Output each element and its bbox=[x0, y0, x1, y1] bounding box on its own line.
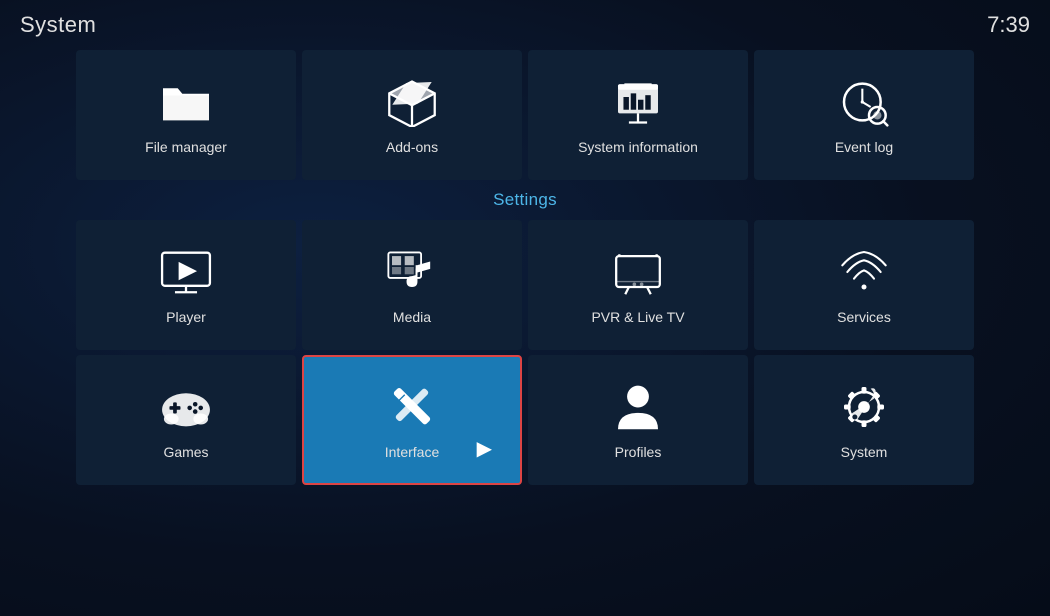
systemsettings-icon bbox=[832, 380, 896, 434]
clock: 7:39 bbox=[987, 12, 1030, 38]
tile-profiles-label: Profiles bbox=[615, 444, 662, 460]
profiles-icon bbox=[606, 380, 670, 434]
tile-media[interactable]: Media bbox=[302, 220, 522, 350]
tile-system-information[interactable]: System information bbox=[528, 50, 748, 180]
tile-file-manager-label: File manager bbox=[145, 139, 227, 155]
section-label-settings: Settings bbox=[0, 180, 1050, 216]
page-title: System bbox=[20, 12, 96, 38]
tile-media-label: Media bbox=[393, 309, 431, 325]
player-icon bbox=[154, 245, 218, 299]
tile-pvr-live-tv-label: PVR & Live TV bbox=[591, 309, 684, 325]
header: System 7:39 bbox=[0, 0, 1050, 46]
tile-games-label: Games bbox=[163, 444, 208, 460]
tile-player-label: Player bbox=[166, 309, 206, 325]
tile-system-label: System bbox=[841, 444, 888, 460]
tile-event-log-label: Event log bbox=[835, 139, 893, 155]
interface-icon bbox=[380, 380, 444, 434]
tile-interface[interactable]: Interface ▶ bbox=[302, 355, 522, 485]
tile-add-ons[interactable]: Add-ons bbox=[302, 50, 522, 180]
addons-icon bbox=[380, 75, 444, 129]
tile-player[interactable]: Player bbox=[76, 220, 296, 350]
tile-system-information-label: System information bbox=[578, 139, 698, 155]
tile-add-ons-label: Add-ons bbox=[386, 139, 438, 155]
top-row: File manager Add-ons bbox=[0, 50, 1050, 180]
settings-row-1: Player Media bbox=[0, 220, 1050, 350]
tile-pvr-live-tv[interactable]: PVR & Live TV bbox=[528, 220, 748, 350]
tile-services-label: Services bbox=[837, 309, 891, 325]
tile-system[interactable]: System bbox=[754, 355, 974, 485]
tile-event-log[interactable]: Event log bbox=[754, 50, 974, 180]
tile-file-manager[interactable]: File manager bbox=[76, 50, 296, 180]
services-icon bbox=[832, 245, 896, 299]
pvr-icon bbox=[606, 245, 670, 299]
cursor: ▶ bbox=[477, 436, 492, 461]
games-icon bbox=[154, 380, 218, 434]
tile-profiles[interactable]: Profiles bbox=[528, 355, 748, 485]
tile-interface-label: Interface bbox=[385, 444, 439, 460]
tile-services[interactable]: Services bbox=[754, 220, 974, 350]
tile-games[interactable]: Games bbox=[76, 355, 296, 485]
media-icon bbox=[380, 245, 444, 299]
eventlog-icon bbox=[832, 75, 896, 129]
sysinfo-icon bbox=[606, 75, 670, 129]
settings-row-2: Games Interface ▶ bbox=[0, 355, 1050, 485]
folder-icon bbox=[154, 75, 218, 129]
